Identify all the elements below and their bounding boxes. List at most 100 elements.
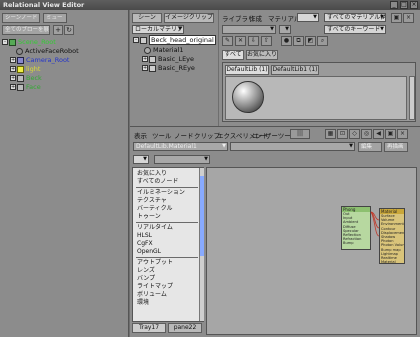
model-icon bbox=[17, 74, 24, 82]
scrollbar[interactable] bbox=[409, 76, 415, 120]
scene-node-button[interactable]: シーンノード bbox=[2, 13, 40, 23]
close-icon[interactable]: × bbox=[410, 1, 418, 9]
tree-item-activefacerobot[interactable]: ActiveFaceRobot bbox=[10, 47, 79, 56]
tree-label: Beck bbox=[26, 74, 42, 82]
fit-icon[interactable]: ◇ bbox=[349, 129, 360, 139]
preset-list-item[interactable]: CgFX bbox=[137, 240, 153, 248]
preset-list-item[interactable]: リアルタイム bbox=[137, 224, 173, 232]
edit-button[interactable]: 編集 bbox=[358, 142, 382, 152]
tree-item-light[interactable]: + light bbox=[10, 65, 40, 74]
local-material-dropdown[interactable]: ローカルマテリアル bbox=[132, 25, 184, 34]
tab-defaultlib1[interactable]: DefaultLib1 (1) bbox=[271, 65, 319, 75]
lock-icon[interactable]: ▣ bbox=[391, 13, 402, 23]
expand-icon[interactable]: + bbox=[10, 75, 16, 81]
all-materials-dropdown[interactable]: すべてのマテリアル(A) bbox=[324, 13, 386, 22]
scrollbar[interactable] bbox=[199, 168, 204, 321]
maximize-icon[interactable]: □ bbox=[400, 1, 408, 9]
tree-label: ActiveFaceRobot bbox=[25, 47, 79, 55]
tree-item-camera-root[interactable]: + Camera_Root bbox=[10, 56, 70, 65]
tree-item-basic-leye[interactable]: + Basic_LEye bbox=[142, 55, 194, 64]
preset-list-item[interactable]: ライトマップ bbox=[137, 283, 173, 291]
search-icon[interactable]: ⌕ bbox=[317, 36, 328, 46]
grid-icon[interactable]: ▦ bbox=[325, 129, 336, 139]
tab-defaultlib[interactable]: DefaultLib (1) bbox=[225, 65, 269, 75]
menu-node[interactable]: ノード bbox=[174, 130, 194, 140]
arrow-icon[interactable]: ◀ bbox=[373, 129, 384, 139]
collapse-icon[interactable]: - bbox=[133, 37, 139, 43]
model-icon bbox=[17, 83, 24, 91]
expand-icon[interactable]: + bbox=[10, 66, 16, 72]
tree-item-beck[interactable]: + Beck bbox=[10, 74, 42, 83]
delete-icon[interactable]: ✕ bbox=[235, 36, 246, 46]
tab-pane22[interactable]: pane22 bbox=[168, 323, 202, 333]
preset-list-item[interactable]: ボリューム bbox=[137, 291, 167, 299]
expand-all-button[interactable]: 全てのブローを展開 bbox=[2, 25, 50, 35]
tree-item-beck-head[interactable]: - Beck_head_original bbox=[133, 35, 216, 45]
lock-icon[interactable]: ▣ bbox=[385, 129, 396, 139]
frame-icon[interactable]: ⊡ bbox=[337, 129, 348, 139]
expand-icon[interactable]: + bbox=[10, 57, 16, 63]
preset-list-item[interactable]: バンプ bbox=[137, 275, 155, 283]
window-title-bar[interactable]: Relational View Editor bbox=[0, 0, 420, 10]
preset-list-item[interactable]: お気に入り bbox=[137, 170, 167, 178]
add-icon[interactable]: + bbox=[53, 25, 63, 35]
tab-favorites[interactable]: お気に入り bbox=[246, 50, 278, 60]
material-path-field[interactable]: DefaultLib.Material1 bbox=[133, 142, 228, 151]
view-mode-dropdown[interactable] bbox=[297, 13, 319, 22]
tab-all[interactable]: すべて bbox=[222, 50, 244, 60]
material-sphere-thumbnail[interactable] bbox=[232, 81, 264, 113]
node-filter-dropdown[interactable] bbox=[230, 142, 355, 151]
preset-list-item[interactable]: すべてのノード bbox=[137, 178, 178, 186]
tab-scene[interactable]: シーン bbox=[132, 13, 162, 23]
tree-item-basic-reye[interactable]: + Basic_REye bbox=[142, 64, 195, 73]
menu-tools[interactable]: ツール bbox=[152, 130, 172, 140]
all-keywords-dropdown[interactable]: すべてのキーワード bbox=[324, 25, 386, 34]
export-icon[interactable]: ⇧ bbox=[261, 36, 272, 46]
list-view-dropdown[interactable] bbox=[133, 155, 149, 164]
expand-icon[interactable]: + bbox=[142, 65, 148, 71]
tab-tray17[interactable]: Tray17 bbox=[132, 323, 166, 333]
mute-button[interactable]: ミュー bbox=[43, 13, 67, 23]
preset-list-item[interactable]: バーティクル bbox=[137, 205, 172, 213]
tree-item-face[interactable]: + Face bbox=[10, 83, 41, 92]
layout-icon[interactable]: ||| bbox=[290, 129, 310, 139]
close-icon[interactable]: × bbox=[397, 129, 408, 139]
minimize-icon[interactable]: _ bbox=[390, 1, 398, 9]
menu-material[interactable]: マテリアル bbox=[268, 13, 300, 23]
node-connections bbox=[370, 211, 380, 237]
scrollbar-thumb[interactable] bbox=[200, 176, 204, 256]
collapse-icon[interactable]: - bbox=[2, 39, 8, 45]
zoom-icon[interactable]: ◎ bbox=[361, 129, 372, 139]
material-type-dropdown[interactable] bbox=[222, 25, 276, 34]
tree-label: Camera_Root bbox=[26, 56, 70, 64]
menu-create[interactable]: 作成 bbox=[249, 13, 262, 23]
new-icon[interactable]: ✎ bbox=[222, 36, 233, 46]
preset-list-item[interactable]: HLSL bbox=[137, 232, 152, 240]
close-icon[interactable]: × bbox=[403, 13, 414, 23]
import-icon[interactable]: ⇩ bbox=[248, 36, 259, 46]
preset-search-field[interactable] bbox=[154, 155, 210, 164]
expand-icon[interactable]: + bbox=[10, 84, 16, 90]
shader-dropdown[interactable] bbox=[279, 25, 291, 34]
menu-view[interactable]: 表示 bbox=[134, 130, 147, 140]
copy-icon[interactable]: ⧉ bbox=[293, 36, 304, 46]
list-separator bbox=[136, 222, 198, 223]
preset-list-item[interactable]: アウトプット bbox=[137, 259, 173, 267]
tree-item-material1[interactable]: Material1 bbox=[144, 46, 184, 55]
preset-list-item[interactable]: OpenGL bbox=[137, 248, 161, 256]
preset-list-item[interactable]: イルミネーション bbox=[137, 189, 185, 197]
tree-item-scene-root[interactable]: - Scene_Root bbox=[2, 38, 56, 47]
render-icon[interactable]: ◩ bbox=[305, 36, 316, 46]
tree-label: Scene_Root bbox=[18, 38, 56, 46]
node-graph-canvas[interactable]: Phong Out Input Ambient Diffuse Specular Refl… bbox=[206, 167, 417, 335]
refresh-icon[interactable]: ↻ bbox=[64, 25, 74, 35]
preset-list-item[interactable]: トゥーン bbox=[137, 213, 161, 221]
preset-list-item[interactable]: 環境 bbox=[137, 299, 149, 307]
redraw-button[interactable]: 再描画 bbox=[384, 142, 408, 152]
preset-list-item[interactable]: レンズ bbox=[137, 267, 155, 275]
preset-list-item[interactable]: テクスチャ bbox=[137, 197, 167, 205]
material-sphere-icon[interactable]: ● bbox=[281, 36, 292, 46]
tree-label: Face bbox=[26, 83, 41, 91]
tab-image-clip[interactable]: イメージクリップ bbox=[164, 13, 214, 23]
expand-icon[interactable]: + bbox=[142, 56, 148, 62]
